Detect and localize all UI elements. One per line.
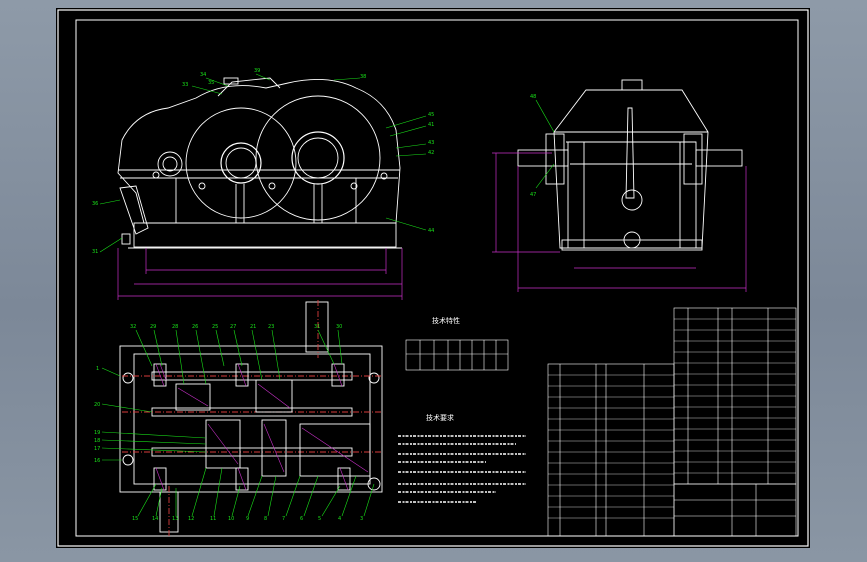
tech-req-title: 技术要求 <box>426 413 454 422</box>
svg-text:13: 13 <box>172 516 178 522</box>
svg-text:9: 9 <box>246 516 249 522</box>
svg-text:42: 42 <box>428 150 434 156</box>
front-part-numbers: 33 34 35 39 38 45 41 43 42 44 36 31 <box>92 68 434 255</box>
front-view <box>117 77 402 249</box>
svg-text:7: 7 <box>282 516 285 522</box>
tech-char-title: 技术特性 <box>432 316 460 325</box>
svg-text:45: 45 <box>428 112 434 118</box>
svg-text:38: 38 <box>360 74 366 80</box>
svg-text:17: 17 <box>94 446 100 452</box>
tech-req-lines <box>398 435 526 503</box>
svg-text:5: 5 <box>318 516 321 522</box>
parts-list-rows <box>548 318 796 519</box>
plan-view <box>119 300 383 538</box>
inner-frame <box>75 19 799 537</box>
side-view <box>517 79 743 251</box>
svg-text:18: 18 <box>94 438 100 444</box>
svg-text:8: 8 <box>264 516 267 522</box>
svg-text:19: 19 <box>94 430 100 436</box>
svg-text:39: 39 <box>254 68 260 74</box>
front-dimensions <box>117 248 403 300</box>
svg-text:26: 26 <box>192 324 198 330</box>
svg-text:25: 25 <box>212 324 218 330</box>
svg-text:29: 29 <box>150 324 156 330</box>
svg-text:31: 31 <box>314 324 320 330</box>
svg-text:47: 47 <box>530 192 536 198</box>
svg-text:34: 34 <box>200 72 206 78</box>
svg-text:1: 1 <box>96 366 99 372</box>
cad-drawing: 3334 3539 3845 4143 4244 3631 48 47 32 2… <box>57 9 809 547</box>
side-leaders <box>535 99 555 189</box>
svg-text:31: 31 <box>92 249 98 255</box>
svg-text:36: 36 <box>92 201 98 207</box>
tech-char-table <box>405 339 509 371</box>
svg-text:28: 28 <box>172 324 178 330</box>
outer-frame <box>57 9 809 547</box>
svg-text:4: 4 <box>338 516 341 522</box>
side-dimensions <box>492 152 747 292</box>
svg-text:15: 15 <box>132 516 138 522</box>
svg-text:10: 10 <box>228 516 234 522</box>
svg-text:21: 21 <box>250 324 256 330</box>
svg-text:12: 12 <box>188 516 194 522</box>
svg-text:23: 23 <box>268 324 274 330</box>
svg-text:43: 43 <box>428 140 434 146</box>
svg-text:30: 30 <box>336 324 342 330</box>
svg-text:14: 14 <box>152 516 158 522</box>
svg-text:16: 16 <box>94 458 100 464</box>
svg-text:27: 27 <box>230 324 236 330</box>
drawing-sheet: 33 34 35 39 38 45 41 43 42 44 36 31 48 4… <box>56 8 810 548</box>
svg-text:44: 44 <box>428 228 434 234</box>
svg-text:11: 11 <box>210 516 216 522</box>
parts-list <box>547 307 797 537</box>
svg-text:41: 41 <box>428 122 434 128</box>
svg-text:20: 20 <box>94 402 100 408</box>
svg-text:35: 35 <box>208 80 214 86</box>
svg-text:6: 6 <box>300 516 303 522</box>
side-part-numbers: 48 47 <box>530 94 536 198</box>
svg-text:48: 48 <box>530 94 536 100</box>
svg-text:32: 32 <box>130 324 136 330</box>
svg-text:33: 33 <box>182 82 188 88</box>
plan-leaders <box>101 329 375 517</box>
svg-text:3: 3 <box>360 516 363 522</box>
